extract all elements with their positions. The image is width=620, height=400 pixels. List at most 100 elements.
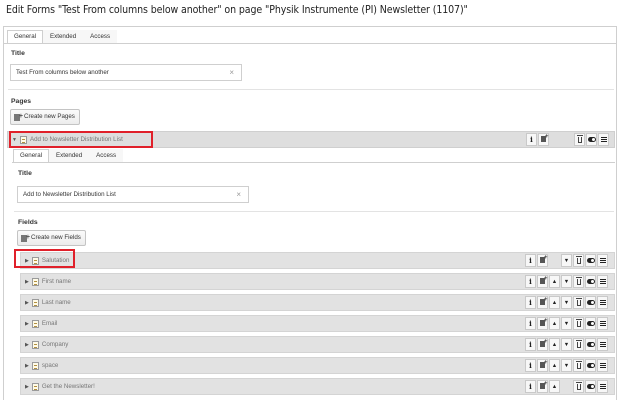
arrow-up-icon[interactable]: ▲ [549,380,560,393]
trash-icon[interactable] [573,338,584,351]
toggle-visibility-icon[interactable] [585,254,596,267]
arrow-up-icon[interactable]: ▲ [549,359,560,372]
arrow-down-icon[interactable]: ▼ [561,275,572,288]
toggle-visibility-icon[interactable] [585,380,596,393]
new-record-icon [14,110,23,124]
page-heading: Edit Forms "Test From columns below anot… [6,4,468,16]
drag-handle-icon[interactable] [597,359,608,372]
info-icon[interactable]: i [525,254,536,267]
drag-handle-icon[interactable] [597,317,608,330]
field-record-title: First name [41,278,72,285]
info-icon[interactable]: i [525,296,536,309]
new-record-icon[interactable] [538,132,549,146]
toggle-visibility-icon[interactable] [585,275,596,288]
arrow-up-icon[interactable]: ▲ [549,275,560,288]
create-new-pages-button[interactable]: Create new Pages [10,109,80,125]
arrow-down-icon[interactable]: ▼ [561,296,572,309]
caret-right-icon[interactable]: ▶ [25,300,29,306]
field-record-title-group: ▶ Email [25,316,57,331]
arrow-down-icon[interactable]: ▼ [561,254,572,267]
clear-icon[interactable]: × [229,65,234,80]
create-new-pages-label: Create new Pages [24,113,75,120]
caret-right-icon[interactable]: ▶ [25,279,29,285]
field-record-title: Email [41,320,58,327]
title-field-value: Test From columns below another [16,69,109,76]
document-icon [31,298,39,307]
trash-icon[interactable] [573,317,584,330]
caret-right-icon[interactable]: ▶ [25,384,29,390]
page-title-field[interactable]: Add to Newsletter Distribution List × [17,186,249,203]
page-title-label: Title [18,170,32,177]
field-record-row[interactable]: ▶ Last name i ▲▼ [20,294,615,311]
inner-tab-general[interactable]: General [13,149,50,162]
trash-icon[interactable] [573,275,584,288]
trash-icon[interactable] [573,254,584,267]
new-record-icon[interactable] [537,337,548,351]
tab-general[interactable]: General [7,30,44,43]
field-record-title: space [41,362,59,369]
tab-divider [4,43,616,44]
new-record-icon[interactable] [537,358,548,372]
new-record-icon[interactable] [537,316,548,330]
inner-tab-bar: General Extended Access [13,149,124,162]
field-record-controls: i ▲▼ [525,358,608,372]
drag-handle-icon[interactable] [597,380,608,393]
create-new-fields-button[interactable]: Create new Fields [17,230,86,246]
drag-handle-icon[interactable] [597,275,608,288]
trash-icon[interactable] [573,296,584,309]
document-icon [31,340,39,349]
new-record-icon[interactable] [537,274,548,288]
field-record-row[interactable]: ▶ Company i ▲▼ [20,336,615,353]
info-icon[interactable]: i [525,275,536,288]
arrow-up-icon[interactable]: ▲ [549,317,560,330]
clear-icon[interactable]: × [236,187,241,202]
info-icon[interactable]: i [525,380,536,393]
info-icon[interactable]: i [525,359,536,372]
field-record-row[interactable]: ▶ Email i ▲▼ [20,315,615,332]
drag-handle-icon[interactable] [597,338,608,351]
new-record-icon[interactable] [537,253,548,267]
arrow-down-icon[interactable]: ▼ [561,317,572,330]
document-icon [31,319,39,328]
inner-tab-extended[interactable]: Extended [49,149,90,162]
title-field[interactable]: Test From columns below another × [10,64,242,81]
trash-icon[interactable] [573,380,584,393]
drag-handle-icon[interactable] [598,133,609,146]
arrow-up-icon[interactable]: ▲ [549,338,560,351]
arrow-down-icon[interactable]: ▼ [561,359,572,372]
section-divider [14,211,614,212]
toggle-visibility-icon[interactable] [585,359,596,372]
trash-icon[interactable] [574,133,585,146]
tab-access[interactable]: Access [83,30,118,43]
info-icon[interactable]: i [526,133,537,146]
arrow-up-icon[interactable]: ▲ [549,296,560,309]
toggle-visibility-icon[interactable] [585,296,596,309]
drag-handle-icon[interactable] [597,254,608,267]
new-record-icon[interactable] [537,295,548,309]
field-record-controls: i▲ [525,379,608,393]
fields-label: Fields [18,219,38,226]
caret-right-icon[interactable]: ▶ [25,321,29,327]
field-record-title-group: ▶ space [25,358,58,373]
field-record-title-group: ▶ Company [25,337,68,352]
arrow-down-icon[interactable]: ▼ [561,338,572,351]
field-record-controls: i▼ [525,253,608,267]
tab-extended[interactable]: Extended [43,30,84,43]
edit-form-frame: General Extended Access Title Test From … [3,26,617,400]
drag-handle-icon[interactable] [597,296,608,309]
document-icon [31,277,39,286]
toggle-visibility-icon[interactable] [585,338,596,351]
field-record-row[interactable]: ▶Get the Newsletter!i▲ [20,378,615,395]
inner-tab-access[interactable]: Access [89,149,124,162]
toggle-visibility-icon[interactable] [586,133,597,146]
info-icon[interactable]: i [525,338,536,351]
field-record-row[interactable]: ▶ space i ▲▼ [20,357,615,374]
field-record-row[interactable]: ▶Salutationi▼ [20,252,615,269]
toggle-visibility-icon[interactable] [585,317,596,330]
info-icon[interactable]: i [525,317,536,330]
trash-icon[interactable] [573,359,584,372]
caret-right-icon[interactable]: ▶ [25,342,29,348]
new-record-icon[interactable] [537,379,548,393]
field-record-row[interactable]: ▶ First name i ▲▼ [20,273,615,290]
caret-right-icon[interactable]: ▶ [25,363,29,369]
